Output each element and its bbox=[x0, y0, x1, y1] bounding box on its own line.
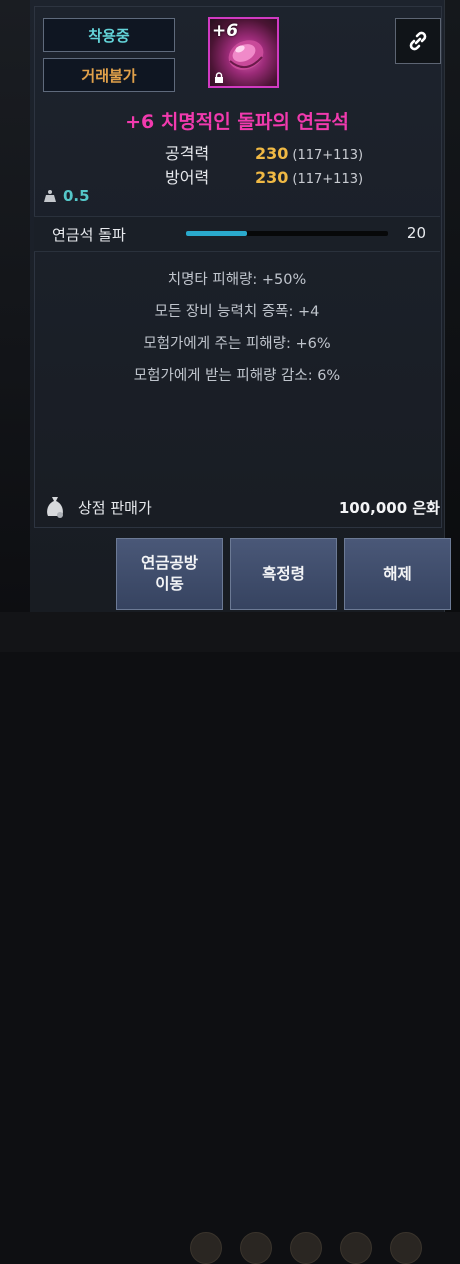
progress-value: 20 bbox=[406, 224, 426, 242]
inventory-slot[interactable] bbox=[340, 1232, 372, 1264]
inventory-strip bbox=[0, 612, 460, 1264]
effects-list: 치명타 피해량: +50% 모든 장비 능력치 증폭: +4 모험가에게 주는 … bbox=[30, 268, 444, 396]
inventory-slot[interactable] bbox=[290, 1232, 322, 1264]
alchemy-stone-gem-icon bbox=[228, 40, 264, 70]
alchemy-workshop-button[interactable]: 연금공방 이동 bbox=[116, 538, 223, 610]
button-label: 해제 bbox=[383, 564, 412, 583]
money-bag-icon bbox=[47, 497, 63, 518]
stat-label: 방어력 bbox=[165, 168, 210, 187]
sell-price-value: 100,000 은화 bbox=[338, 499, 440, 517]
button-label-line1: 연금공방 bbox=[140, 554, 199, 572]
untradable-badge: 거래불가 bbox=[43, 58, 175, 92]
progress-fill bbox=[186, 231, 247, 236]
stat-detail: (117+113) bbox=[292, 172, 364, 187]
black-spirit-button[interactable]: 흑정령 bbox=[230, 538, 337, 610]
sell-price-label: 상점 판매가 bbox=[78, 499, 152, 517]
button-label-line2: 이동 bbox=[155, 575, 184, 593]
button-label: 흑정령 bbox=[262, 564, 305, 583]
lock-icon bbox=[215, 72, 223, 83]
progress-label: 연금석 돌파 bbox=[52, 226, 126, 244]
link-button[interactable] bbox=[395, 18, 441, 64]
item-name: +6 치명적인 돌파의 연금석 bbox=[125, 111, 349, 133]
effect-line: 모든 장비 능력치 증폭: +4 bbox=[154, 304, 320, 320]
stat-detail: (117+113) bbox=[292, 148, 364, 163]
link-icon bbox=[409, 31, 427, 51]
item-icon: +6 bbox=[208, 17, 279, 88]
equipped-badge: 착용중 bbox=[43, 18, 175, 52]
inventory-slot[interactable] bbox=[390, 1232, 422, 1264]
inventory-slot[interactable] bbox=[240, 1232, 272, 1264]
progress-track bbox=[186, 231, 388, 236]
defense-stat: 방어력 230 (117+113) bbox=[165, 164, 363, 188]
weight-value: 0.5 bbox=[63, 187, 90, 205]
background-left bbox=[0, 0, 30, 652]
breakthrough-progress: 연금석 돌파 20 bbox=[34, 216, 440, 252]
effect-line: 모험가에게 받는 피해량 감소: 6% bbox=[133, 368, 341, 384]
item-weight: 0.5 bbox=[43, 187, 90, 205]
effect-line: 치명타 피해량: +50% bbox=[167, 272, 307, 288]
stat-label: 공격력 bbox=[165, 144, 210, 163]
unequip-button[interactable]: 해제 bbox=[344, 538, 451, 610]
weight-icon bbox=[44, 190, 56, 202]
effect-line: 모험가에게 주는 피해량: +6% bbox=[143, 336, 331, 352]
stat-value: 230 bbox=[255, 144, 289, 163]
attack-stat: 공격력 230 (117+113) bbox=[165, 140, 363, 164]
inventory-slot[interactable] bbox=[190, 1232, 222, 1264]
sell-price-row: 상점 판매가 100,000 은화 bbox=[34, 491, 440, 525]
stat-value: 230 bbox=[255, 168, 289, 187]
